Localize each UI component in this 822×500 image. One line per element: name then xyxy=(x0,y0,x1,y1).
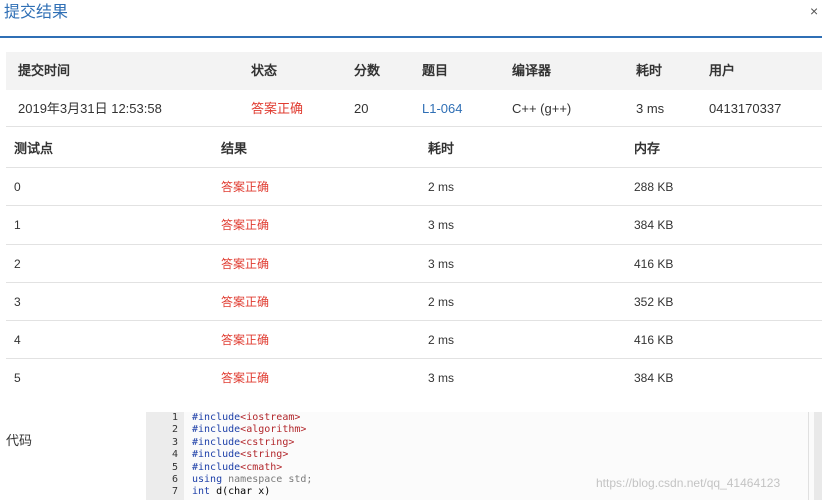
test-cases-table: 测试点 结果 耗时 内存 0 答案正确 2 ms 288 KB 1 答案正确 3… xyxy=(6,130,822,398)
test-time: 3 ms xyxy=(428,256,455,271)
summary-table: 提交时间 状态 分数 题目 编译器 耗时 用户 2019年3月31日 12:53… xyxy=(6,52,822,127)
user-value: 0413170337 xyxy=(709,101,782,116)
test-id: 2 xyxy=(14,256,21,271)
code-label: 代码 xyxy=(6,433,33,448)
code-line: #include<cstring> xyxy=(192,437,662,449)
test-memory: 288 KB xyxy=(634,180,674,194)
line-number: 7 xyxy=(171,486,178,498)
test-result: 答案正确 xyxy=(221,218,270,233)
code-lines: #include<iostream> #include<algorithm> #… xyxy=(192,412,662,499)
line-number: 5 xyxy=(171,461,178,473)
header-memory: 内存 xyxy=(634,141,661,156)
duration-value: 3 ms xyxy=(636,101,665,116)
header-score: 分数 xyxy=(354,63,381,78)
test-time: 3 ms xyxy=(428,371,455,386)
test-memory: 352 KB xyxy=(634,294,674,309)
test-memory: 416 KB xyxy=(634,256,674,271)
table-row: 5 答案正确 3 ms 384 KB xyxy=(6,359,822,397)
submit-time: 2019年3月31日 12:53:58 xyxy=(18,101,162,116)
header-submit-time: 提交时间 xyxy=(18,63,71,78)
close-icon[interactable]: × xyxy=(810,2,822,20)
code-keyword: #include xyxy=(192,449,241,461)
header-problem: 题目 xyxy=(422,63,449,78)
modal-header: 提交结果 × xyxy=(0,0,822,38)
code-line: #include<algorithm> xyxy=(192,424,662,436)
header-test-point: 测试点 xyxy=(14,141,54,156)
code-string: <algorithm> xyxy=(240,424,307,436)
test-result: 答案正确 xyxy=(221,294,270,309)
line-number: 6 xyxy=(171,474,178,486)
test-result: 答案正确 xyxy=(221,180,270,194)
code-keyword: #include xyxy=(192,412,241,423)
test-id: 4 xyxy=(14,333,21,348)
test-id: 0 xyxy=(14,180,21,194)
test-memory: 384 KB xyxy=(634,218,674,233)
line-number: 3 xyxy=(171,436,178,448)
problem-link[interactable]: L1-064 xyxy=(422,90,462,127)
test-memory: 384 KB xyxy=(634,371,674,386)
header-result: 结果 xyxy=(221,141,248,156)
table-row: 4 答案正确 2 ms 416 KB xyxy=(6,321,822,360)
line-number: 4 xyxy=(171,449,178,461)
code-line: int d(char x) xyxy=(192,486,662,498)
header-user: 用户 xyxy=(709,63,736,78)
vertical-scrollbar[interactable] xyxy=(814,412,822,500)
header-duration: 耗时 xyxy=(636,63,663,78)
print-margin-line xyxy=(808,412,809,500)
test-result: 答案正确 xyxy=(221,256,270,271)
header-compiler: 编译器 xyxy=(512,63,552,78)
test-time: 2 ms xyxy=(428,333,455,348)
code-line: #include<cmath> xyxy=(192,462,662,474)
code-text: d(char x) xyxy=(210,486,271,498)
tests-header-row: 测试点 结果 耗时 内存 xyxy=(6,130,822,168)
summary-row: 2019年3月31日 12:53:58 答案正确 20 L1-064 C++ (… xyxy=(6,90,822,127)
test-time: 2 ms xyxy=(428,180,455,194)
code-line: using namespace std; xyxy=(192,474,662,486)
test-id: 3 xyxy=(14,294,21,309)
table-row: 1 答案正确 3 ms 384 KB xyxy=(6,206,822,245)
code-string: <string> xyxy=(240,449,289,461)
line-number-gutter: 1 2 3 4 5 6 7 xyxy=(146,412,184,500)
test-time: 3 ms xyxy=(428,218,455,233)
code-keyword: #include xyxy=(192,436,241,448)
code-string: <cmath> xyxy=(240,461,283,473)
test-memory: 416 KB xyxy=(634,333,674,348)
header-status: 状态 xyxy=(251,63,278,78)
line-number: 1 xyxy=(171,412,178,423)
watermark: https://blog.csdn.net/qq_41464123 xyxy=(596,476,781,490)
table-row: 0 答案正确 2 ms 288 KB xyxy=(6,168,822,207)
test-id: 5 xyxy=(14,371,21,386)
code-keyword: int xyxy=(192,486,211,498)
test-time: 2 ms xyxy=(428,294,455,309)
code-text: namespace std; xyxy=(222,474,313,486)
code-line: #include<string> xyxy=(192,449,662,461)
modal-title: 提交结果 xyxy=(4,4,69,21)
line-number: 2 xyxy=(171,424,178,436)
code-keyword: #include xyxy=(192,424,241,436)
table-row: 2 答案正确 3 ms 416 KB xyxy=(6,245,822,283)
code-keyword: #include xyxy=(192,461,241,473)
code-string: <cstring> xyxy=(240,436,295,448)
compiler-value: C++ (g++) xyxy=(512,101,572,116)
status-badge: 答案正确 xyxy=(251,101,304,116)
code-line: #include<iostream> xyxy=(192,412,662,424)
test-id: 1 xyxy=(14,218,21,233)
summary-header-row: 提交时间 状态 分数 题目 编译器 耗时 用户 xyxy=(6,52,822,90)
header-time: 耗时 xyxy=(428,141,455,156)
test-result: 答案正确 xyxy=(221,371,270,386)
test-result: 答案正确 xyxy=(221,333,270,348)
code-keyword: using xyxy=(192,474,223,486)
table-row: 3 答案正确 2 ms 352 KB xyxy=(6,283,822,322)
code-string: <iostream> xyxy=(240,412,301,423)
score-value: 20 xyxy=(354,101,369,116)
